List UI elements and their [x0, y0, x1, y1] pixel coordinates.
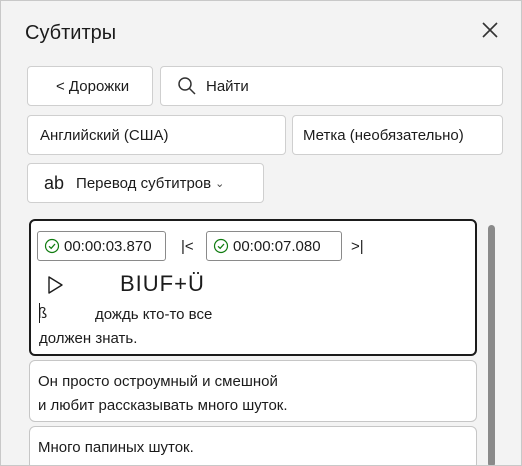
scrollbar-thumb[interactable]	[488, 225, 495, 465]
caption-text-line[interactable]: должен знать.	[39, 330, 137, 347]
start-time-value: 00:00:03.870	[64, 237, 152, 255]
cursor-glyph: ß	[38, 305, 48, 322]
close-icon[interactable]	[479, 19, 501, 41]
translate-captions-button[interactable]: ab Перевод субтитров ⌄	[27, 163, 264, 203]
caption-card-active[interactable]: 00:00:03.870 |< 00:00:07.080 >| BIUF+Ü ß…	[29, 219, 477, 356]
caption-text-line: Много папиных шуток.	[38, 439, 194, 456]
panel-title: Субтитры	[25, 22, 117, 44]
search-placeholder: Найти	[206, 77, 249, 95]
tracks-back-label: < Дорожки	[56, 77, 130, 95]
format-toolbar[interactable]: BIUF+Ü	[120, 271, 205, 297]
search-icon	[178, 77, 196, 95]
translate-label: Перевод субтитров	[76, 174, 212, 192]
tag-field[interactable]: Метка (необязательно)	[292, 115, 503, 155]
tracks-back-button[interactable]: < Дорожки	[27, 66, 153, 106]
caption-text: Он просто остроумный и смешной и любит р…	[38, 370, 288, 418]
tag-label: Метка (необязательно)	[303, 126, 464, 144]
caption-list: 00:00:03.870 |< 00:00:07.080 >| BIUF+Ü ß…	[29, 219, 478, 465]
set-end-icon[interactable]: >|	[351, 238, 364, 255]
caption-card[interactable]: Много папиных шуток.	[29, 426, 477, 465]
caption-text-line[interactable]: дождь кто-то все	[95, 306, 212, 323]
caption-text: Много папиных шуток.	[38, 436, 194, 460]
check-circle-icon	[44, 238, 60, 254]
end-time-field[interactable]: 00:00:07.080	[206, 231, 342, 261]
caption-card[interactable]: Он просто остроумный и смешной и любит р…	[29, 360, 477, 422]
captions-panel: Субтитры < Дорожки Найти Английский (США…	[0, 0, 522, 466]
caption-text-line: и любит рассказывать много шуток.	[38, 397, 288, 414]
language-dropdown[interactable]: Английский (США)	[27, 115, 286, 155]
start-time-field[interactable]: 00:00:03.870	[37, 231, 166, 261]
chevron-down-icon: ⌄	[215, 177, 225, 190]
check-circle-icon	[213, 238, 229, 254]
caption-text-line: Он просто остроумный и смешной	[38, 373, 278, 390]
set-start-icon[interactable]: |<	[181, 238, 194, 255]
translate-icon: ab	[44, 172, 65, 193]
search-input[interactable]: Найти	[160, 66, 503, 106]
language-label: Английский (США)	[40, 126, 169, 144]
play-icon[interactable]	[45, 275, 65, 295]
end-time-value: 00:00:07.080	[233, 237, 321, 255]
